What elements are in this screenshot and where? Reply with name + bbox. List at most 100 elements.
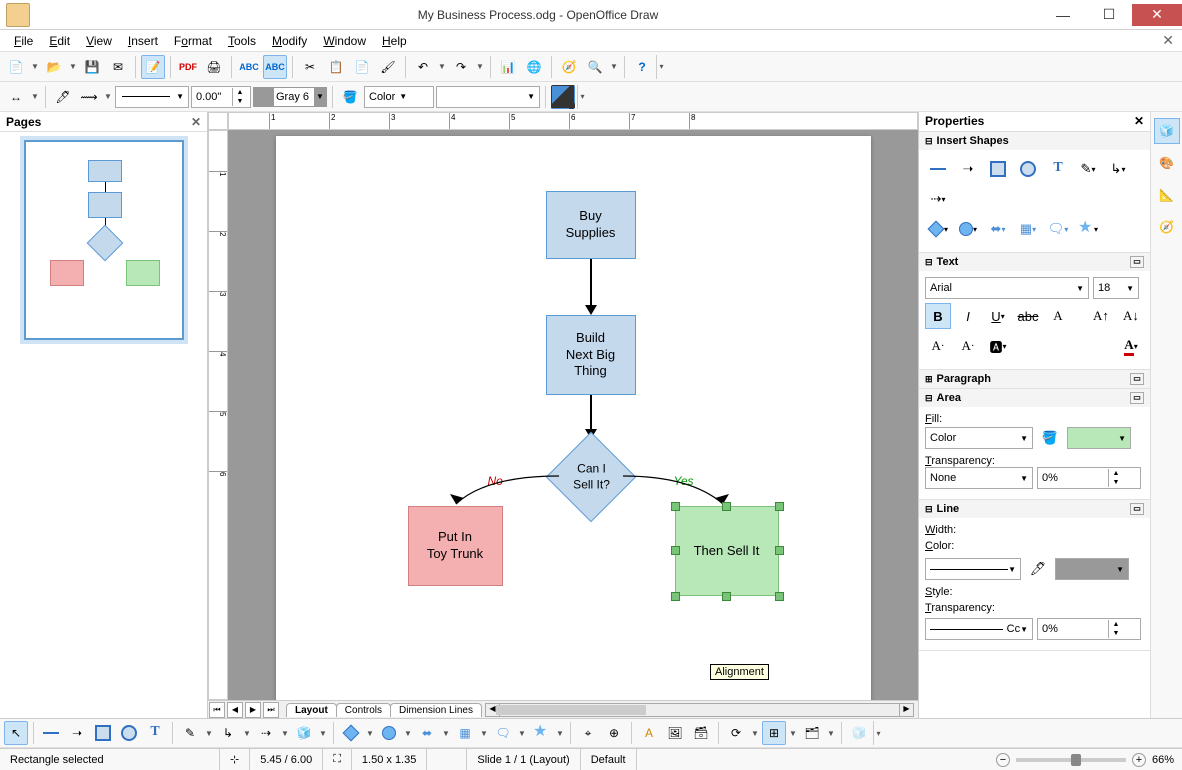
basic-dd[interactable]: ▼ [365,729,375,738]
transparency-type-combo[interactable]: None▼ [925,467,1033,489]
flowchart-shapes-button[interactable]: ▦ [453,721,477,745]
line-width-input[interactable] [192,91,232,103]
shadow-text-button[interactable]: A [1045,303,1071,329]
chart-button[interactable]: 📊 [496,55,520,79]
section-insert-shapes[interactable]: ⊟Insert Shapes [919,132,1150,150]
connector-tool-button[interactable]: ↳ [216,721,240,745]
line-endarrow-button[interactable]: ⟿ [77,85,101,109]
sidetab-styles[interactable]: 📐 [1154,182,1180,208]
symbol-dd[interactable]: ▼ [403,729,413,738]
page-canvas[interactable]: Buy Supplies Build Next Big Thing Can I … [276,136,871,700]
menu-window[interactable]: Window [315,32,374,50]
edit-file-button[interactable]: 📝 [141,55,165,79]
open-button[interactable]: 📂 [42,55,66,79]
line-width-combo[interactable]: ▼ [925,558,1021,580]
redo-button[interactable]: ↷ [449,55,473,79]
arrow-style-button[interactable]: ↔ [4,85,28,109]
arrange-button[interactable]: 🗂 [800,721,824,745]
tab-dimension[interactable]: Dimension Lines [390,703,482,717]
undo-button[interactable]: ↶ [411,55,435,79]
shape-then-sell[interactable]: Then Sell It [675,506,779,596]
pages-close-icon[interactable]: ✕ [191,115,201,129]
italic-button[interactable]: I [955,303,981,329]
shape-callout-button[interactable]: 🗨▾ [1045,216,1071,242]
horizontal-ruler[interactable]: 12 34 56 78 [228,112,918,130]
points-edit-button[interactable]: ⌖ [576,721,600,745]
glue-points-button[interactable]: ⊕ [602,721,626,745]
shape-put-in-trunk[interactable]: Put In Toy Trunk [408,506,503,586]
star-dd[interactable]: ▼ [555,729,565,738]
superscript-button[interactable]: A· [925,333,951,359]
close-button[interactable]: ✕ [1132,4,1182,26]
section-options-icon[interactable]: ▭ [1130,373,1144,385]
transparency-value-spin[interactable]: ▲▼ [1037,467,1141,489]
font-size-combo[interactable]: 18▼ [1093,277,1139,299]
subscript-button[interactable]: A· [955,333,981,359]
connector-dd[interactable]: ▼ [242,729,252,738]
page-thumbnail[interactable] [24,140,184,340]
save-button[interactable]: 💾 [80,55,104,79]
curve-tool-button[interactable]: ✎ [178,721,202,745]
line-color-combo[interactable]: ▼ [1055,558,1129,580]
line-style-combo[interactable]: Cc▼ [925,618,1033,640]
line-style-pen-icon[interactable]: 🖊 [51,85,75,109]
gallery-button[interactable]: 🗃 [689,721,713,745]
alignment-button[interactable]: ⊞ [762,721,786,745]
shape-text-button[interactable]: T [1045,156,1071,182]
redo-dropdown[interactable]: ▼ [475,62,485,71]
font-color-button[interactable]: A▾ [1118,333,1144,359]
menu-edit[interactable]: Edit [41,32,78,50]
fill-mode-combo[interactable]: Color▼ [364,86,434,108]
sel-handle[interactable] [775,502,784,511]
font-name-combo[interactable]: Arial▼ [925,277,1089,299]
section-text[interactable]: ⊟Text▭ [919,253,1150,271]
shadow-button[interactable] [551,85,575,109]
tab-controls[interactable]: Controls [336,703,391,717]
sel-handle[interactable] [722,502,731,511]
maximize-button[interactable]: ☐ [1086,4,1132,26]
menu-modify[interactable]: Modify [264,32,315,50]
block-arrows-button[interactable]: ⬌ [415,721,439,745]
linesarrows-dd[interactable]: ▼ [280,729,290,738]
shape-ellipse-button[interactable] [1015,156,1041,182]
rotate-button[interactable]: ⟳ [724,721,748,745]
bold-button[interactable]: B [925,303,951,329]
line-style-combo[interactable]: ▼ [115,86,189,108]
tab-prev-button[interactable]: ◀ [227,702,243,718]
sidetab-gallery[interactable]: 🎨 [1154,150,1180,176]
section-options-icon[interactable]: ▭ [1130,256,1144,268]
section-paragraph[interactable]: ⊞Paragraph▭ [919,370,1150,388]
3d-tool-button[interactable]: 🧊 [292,721,316,745]
connector-2[interactable] [590,395,592,431]
arrow-style-dd[interactable]: ▼ [30,92,40,101]
section-line[interactable]: ⊟Line▭ [919,500,1150,518]
callout-shapes-button[interactable]: 🗨 [491,721,515,745]
print-button[interactable]: 🖨 [202,55,226,79]
zoom-dropdown[interactable]: ▼ [609,62,619,71]
highlight-button[interactable]: 🅰▾ [985,333,1011,359]
hyperlink-button[interactable]: 🌐 [522,55,546,79]
shape-line-button[interactable] [925,156,951,182]
shape-block-arrows-button[interactable]: ⬌▾ [985,216,1011,242]
zoom-in-button[interactable]: + [1132,753,1146,767]
arrow-tool-button[interactable]: ➝ [65,721,89,745]
vertical-ruler[interactable]: 12 34 56 [208,130,228,700]
align-dd[interactable]: ▼ [788,729,798,738]
menu-file[interactable]: File [6,32,41,50]
extrusion-button[interactable]: 🧊 [847,721,871,745]
minimize-button[interactable]: — [1040,4,1086,26]
shape-buy-supplies[interactable]: Buy Supplies [546,191,636,259]
navigator-button[interactable]: 🧭 [557,55,581,79]
fill-bucket-icon[interactable]: 🪣 [1037,425,1063,451]
decrease-font-button[interactable]: A↓ [1118,303,1144,329]
fill-type-combo[interactable]: Color▼ [925,427,1033,449]
zoom-value[interactable]: 66% [1152,754,1174,766]
zoom-slider[interactable] [1016,758,1126,762]
block-dd[interactable]: ▼ [441,729,451,738]
flowchart-dd[interactable]: ▼ [479,729,489,738]
undo-dropdown[interactable]: ▼ [437,62,447,71]
fill-color-combo[interactable]: ▼ [436,86,540,108]
new-dropdown[interactable]: ▼ [30,62,40,71]
shape-curve-button[interactable]: ✎▾ [1075,156,1101,182]
hscrollbar[interactable]: ◀▶ [485,703,914,717]
